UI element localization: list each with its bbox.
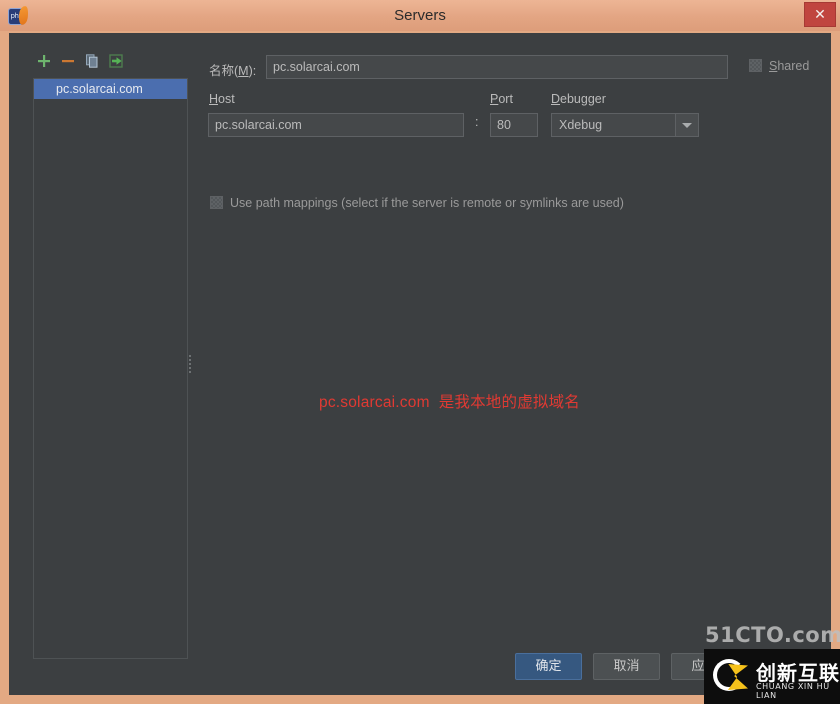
panel-splitter-handle[interactable] (187, 353, 193, 381)
copy-server-button[interactable] (81, 51, 103, 73)
debugger-select[interactable]: Xdebug (551, 113, 699, 137)
close-icon: ✕ (814, 6, 826, 22)
port-label-suffix: ort (498, 92, 513, 106)
close-button[interactable]: ✕ (804, 2, 836, 27)
dialog-body: pc.solarcai.com 名称(M): pc.solarcai.com S… (9, 33, 831, 695)
host-input[interactable]: pc.solarcai.com (208, 113, 464, 137)
annotation-note: 是我本地的虚拟域名 (438, 393, 581, 411)
import-server-button[interactable] (105, 51, 127, 73)
splitter-dot (189, 367, 191, 369)
splitter-dot (189, 355, 191, 357)
remove-server-button[interactable] (57, 51, 79, 73)
checkbox-box[interactable] (749, 59, 762, 72)
copy-icon (86, 54, 98, 68)
annotation-text: pc.solarcai.com 是我本地的虚拟域名 (319, 390, 580, 412)
port-label: Port (490, 92, 513, 106)
debugger-selected-value: Xdebug (559, 118, 603, 132)
shared-checkbox[interactable]: Shared (749, 58, 839, 76)
plus-icon (38, 55, 50, 67)
host-port-separator: : (475, 115, 479, 129)
name-label-mnemonic: M (238, 64, 249, 78)
host-label-mnemonic: H (209, 92, 219, 106)
host-label: Host (209, 92, 235, 106)
minus-icon (62, 60, 74, 63)
add-server-button[interactable] (33, 51, 55, 73)
ok-button[interactable]: 确定 (515, 653, 582, 680)
splitter-dot (189, 359, 191, 361)
servers-dialog-window: php Servers ✕ pc.solarcai.com 名称(M): pc.… (0, 0, 840, 704)
shared-checkbox-label: Shared (769, 58, 809, 74)
logo-pinyin-name: CHUANG XIN HU LIAN (756, 682, 830, 700)
site-watermark: 51CTO.com (705, 623, 840, 647)
server-list[interactable]: pc.solarcai.com (33, 78, 188, 659)
window-title: Servers (394, 7, 446, 24)
cancel-button[interactable]: 取消 (593, 653, 660, 680)
use-path-mappings-label: Use path mappings (select if the server … (230, 196, 624, 210)
debugger-label-mnemonic: D (551, 92, 561, 106)
name-label-suffix: ): (248, 64, 257, 78)
splitter-dot (189, 363, 191, 365)
debugger-dropdown-button[interactable] (675, 114, 698, 136)
port-input[interactable]: 80 (490, 113, 538, 137)
annotation-domain: pc.solarcai.com (319, 394, 430, 411)
server-detail-panel: 名称(M): pc.solarcai.com Shared Host Port … (194, 43, 824, 643)
brand-logo-icon (713, 659, 749, 695)
name-input[interactable]: pc.solarcai.com (266, 55, 728, 79)
title-bar: php Servers ✕ (0, 0, 840, 31)
list-item[interactable]: pc.solarcai.com (34, 79, 187, 99)
name-label-prefix: 名称( (209, 64, 239, 78)
logo-watermark: 创新互联 CHUANG XIN HU LIAN (704, 649, 840, 704)
splitter-dot (189, 371, 191, 373)
server-list-toolbar (33, 51, 193, 73)
import-icon (108, 54, 123, 68)
chevron-down-icon (682, 123, 692, 128)
debugger-label-suffix: ebugger (560, 92, 606, 106)
shared-label-suffix: hared (777, 59, 810, 73)
name-label: 名称(M): (209, 60, 256, 79)
host-label-suffix: ost (218, 92, 235, 106)
checkbox-box[interactable] (210, 196, 223, 209)
debugger-label: Debugger (551, 92, 606, 106)
